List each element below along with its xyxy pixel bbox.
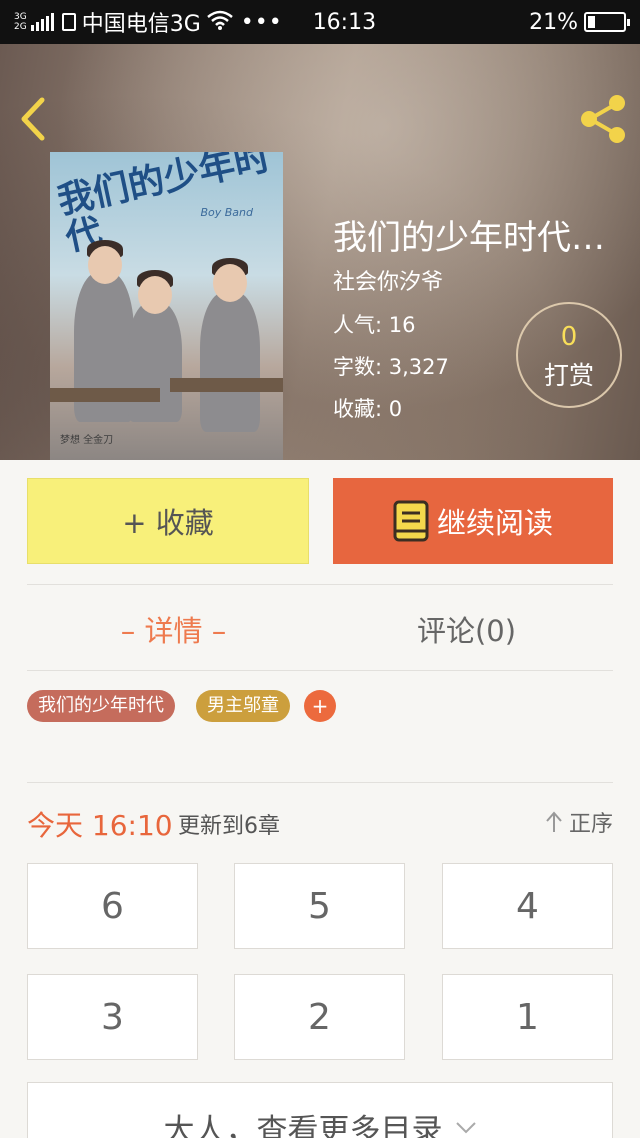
continue-reading-button[interactable]: 继续阅读 bbox=[333, 478, 613, 564]
sort-order-button[interactable]: 正序 bbox=[545, 806, 613, 838]
add-tag-button[interactable]: + bbox=[304, 690, 336, 722]
update-time: 今天 16:10 bbox=[27, 809, 173, 842]
clock: 16:13 bbox=[312, 9, 377, 35]
wifi-icon bbox=[206, 10, 233, 35]
book-title: 我们的少年时代… bbox=[333, 218, 605, 258]
network-type: 3G 2G bbox=[14, 12, 27, 32]
book-header: 我们的少年时代 Boy Band 梦想 全金刀 我们的少年时代… 社会你汐爷 人… bbox=[0, 44, 640, 460]
popularity-row: 人气: 16 bbox=[333, 313, 416, 337]
chapter-button[interactable]: 4 bbox=[442, 863, 613, 949]
update-status: 更新到6章 bbox=[178, 814, 280, 839]
divider bbox=[27, 584, 613, 585]
carrier-name: 中国电信3G bbox=[81, 12, 201, 37]
chapter-button[interactable]: 1 bbox=[442, 974, 613, 1060]
chevron-down-icon bbox=[455, 1122, 476, 1134]
battery-icon bbox=[584, 12, 630, 32]
book-author[interactable]: 社会你汐爷 bbox=[333, 264, 443, 296]
share-icon bbox=[581, 95, 625, 143]
add-favorite-button[interactable]: + 收藏 bbox=[27, 478, 309, 564]
more-icon: ••• bbox=[240, 9, 283, 35]
chapter-button[interactable]: 6 bbox=[27, 863, 198, 949]
book-cover[interactable]: 我们的少年时代 Boy Band 梦想 全金刀 bbox=[50, 152, 283, 460]
cover-subtitle: Boy Band bbox=[200, 206, 253, 219]
chapter-button[interactable]: 5 bbox=[234, 863, 405, 949]
tab-detail[interactable]: – 详情 – bbox=[27, 588, 320, 670]
reward-label: 打赏 bbox=[543, 361, 594, 390]
back-button[interactable] bbox=[16, 96, 56, 142]
chevron-left-icon bbox=[21, 97, 45, 141]
favorites-row: 收藏: 0 bbox=[333, 397, 403, 421]
book-icon bbox=[393, 500, 429, 542]
word-count-row: 字数: 3,327 bbox=[333, 355, 449, 379]
battery-percent: 21% bbox=[529, 9, 578, 35]
signal-icon bbox=[30, 13, 54, 31]
tab-comments[interactable]: 评论(0) bbox=[320, 588, 613, 670]
reward-button[interactable]: 0 打赏 bbox=[516, 302, 622, 408]
chapter-button[interactable]: 3 bbox=[27, 974, 198, 1060]
status-bar: 3G 2G 中国电信3G ••• 16:13 21% bbox=[0, 0, 640, 44]
arrow-up-icon bbox=[546, 811, 562, 832]
sim-icon bbox=[61, 13, 76, 31]
tag-item[interactable]: 男主邬童 bbox=[196, 690, 290, 722]
cover-footer: 梦想 全金刀 bbox=[60, 435, 114, 446]
view-more-chapters-button[interactable]: 大人，查看更多目录 bbox=[27, 1082, 613, 1138]
reward-count: 0 bbox=[560, 322, 578, 352]
divider bbox=[27, 782, 613, 783]
chapter-button[interactable]: 2 bbox=[234, 974, 405, 1060]
divider bbox=[27, 670, 613, 671]
tag-item[interactable]: 我们的少年时代 bbox=[27, 690, 175, 722]
share-button[interactable] bbox=[578, 94, 628, 144]
